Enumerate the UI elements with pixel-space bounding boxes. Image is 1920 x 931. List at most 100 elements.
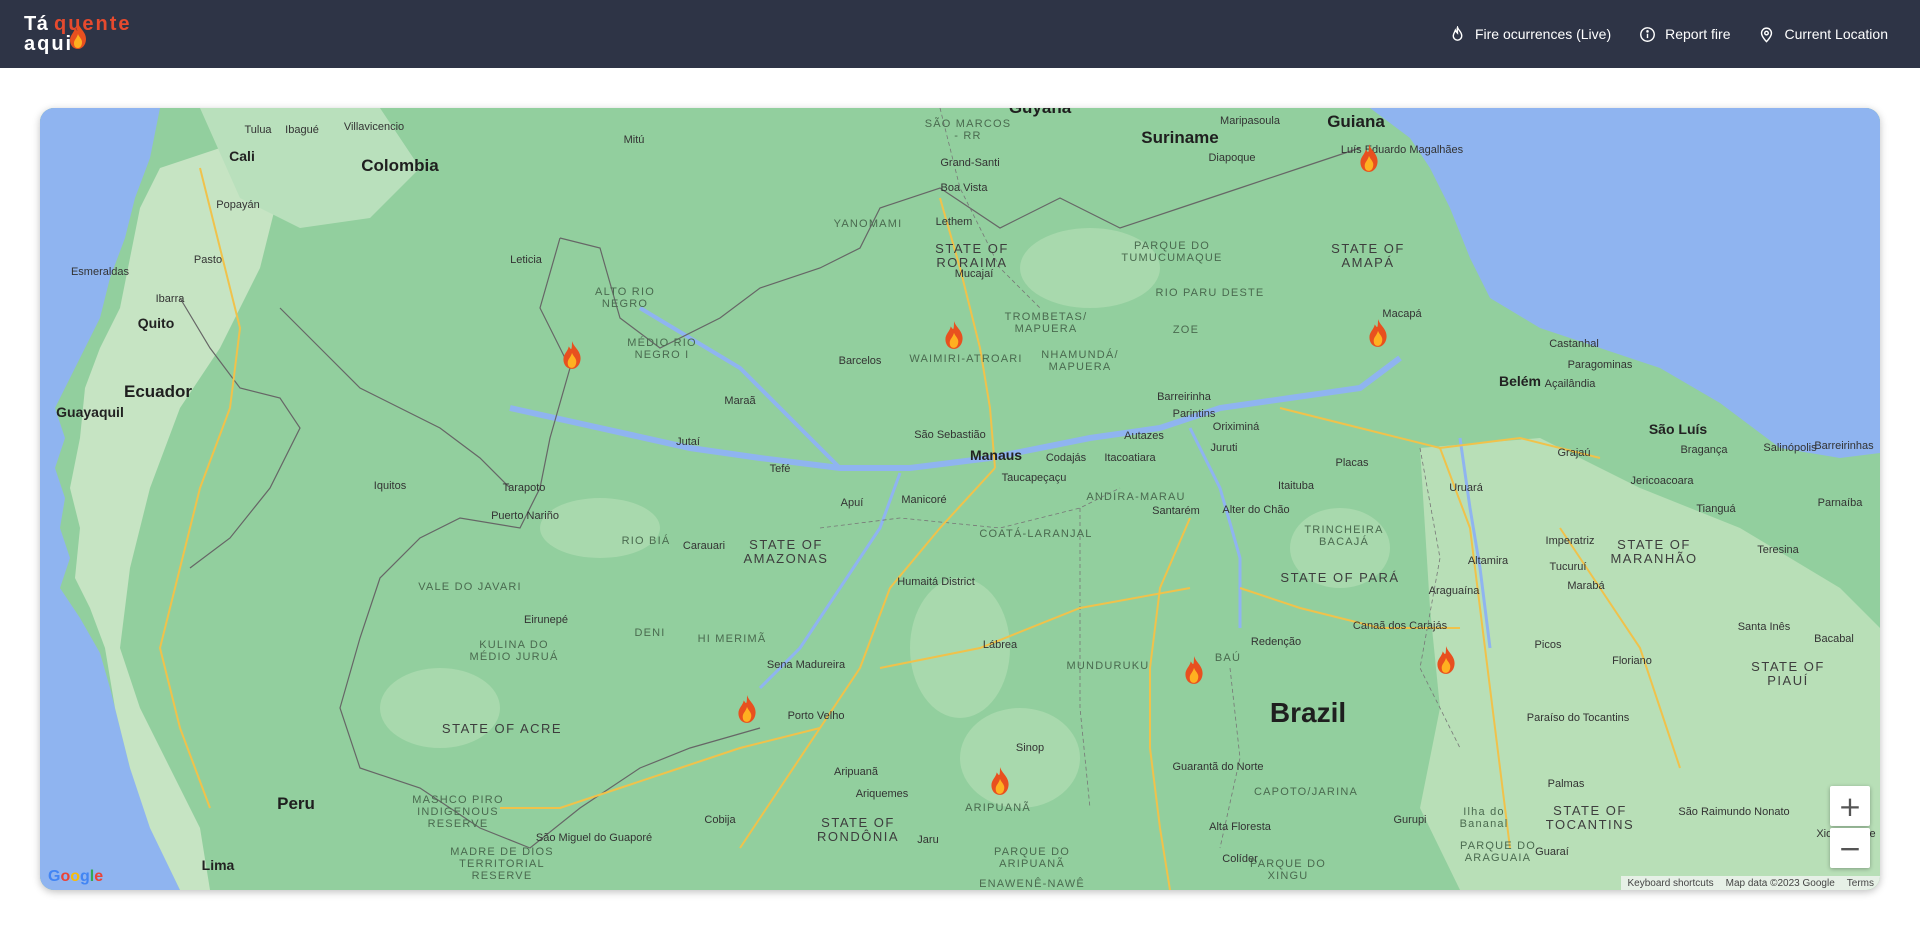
- fire-marker[interactable]: [1181, 655, 1207, 685]
- nav-current-location[interactable]: Current Location: [1758, 26, 1888, 43]
- nav-report-fire-label: Report fire: [1665, 26, 1731, 42]
- city-label-sinop: Colíder: [1222, 853, 1258, 865]
- reserve-label-aripuana: ARIPUANÃ: [965, 802, 1031, 814]
- country-label-ecuador: Ecuador: [123, 382, 193, 401]
- city-label-parintins: Autazes: [1124, 430, 1164, 442]
- reserve-label-parque-do-xingu: PARQUE DO XINGU: [1250, 858, 1326, 882]
- google-logo: Google: [48, 868, 104, 885]
- nav-report-fire[interactable]: Report fire: [1639, 26, 1730, 43]
- fire-marker[interactable]: [987, 766, 1013, 796]
- state-label-roraima: STATE OF RORAIMA: [935, 241, 1009, 270]
- city-label-rorainopolis: Mucajaí: [954, 268, 994, 280]
- city-label-alter-do-chao: Juruti: [1210, 442, 1238, 454]
- city-label-iquitos: Iquitos: [373, 480, 407, 492]
- fire-marker[interactable]: [1356, 143, 1382, 173]
- fire-marker[interactable]: [734, 694, 760, 724]
- keyboard-shortcuts-link[interactable]: Keyboard shortcuts: [1627, 878, 1713, 889]
- city-label-uruara: Itaituba: [1277, 480, 1315, 492]
- city-label-grand-santi: Maripasoula: [1220, 115, 1280, 127]
- city-label-puerto-narino: Tarapoto: [502, 482, 546, 494]
- city-label-inirida: Mitú: [623, 134, 645, 146]
- top-navbar: Tá quente aqui Fire ocurrences (Live) Re…: [0, 0, 1920, 68]
- fire-icon: [1437, 646, 1455, 674]
- city-label-barreirinha: Itacoatiara: [1104, 452, 1156, 464]
- zoom-in-button[interactable]: +: [1830, 786, 1870, 826]
- reserve-label-hi-merima: HI MERIMÃ: [697, 633, 767, 645]
- reserve-label-mashco-piro: MASHCO PIRO INDIGENOUS RESERVE: [412, 794, 504, 830]
- city-label-riberalta: Cobija: [704, 814, 736, 826]
- reserve-label-coata-laranjal: COATÁ-LARANJAL: [979, 528, 1093, 540]
- city-label-mitu: Leticia: [510, 254, 542, 266]
- city-label-villavicencio: Villavicencio: [343, 121, 405, 133]
- reserve-label-trombetas: TROMBETAS/ MAPUERA: [1004, 311, 1088, 335]
- state-label-amapa: STATE OF AMAPÁ: [1331, 241, 1405, 270]
- country-label-colombia: Colombia: [361, 156, 439, 175]
- city-label-placas: Alter do Chão: [1222, 504, 1290, 516]
- city-label-apui: Lábrea: [982, 639, 1018, 651]
- city-label-barcelos: Barcelos: [838, 355, 882, 367]
- reserve-label-trincheira-bacaja: TRINCHEIRA BACAJÁ: [1304, 524, 1384, 548]
- fire-icon: [1360, 144, 1378, 172]
- reserve-label-rio-paru-deste: RIO PARU DESTE: [1155, 287, 1265, 299]
- city-label-parnaiba: Salinópolis: [1763, 442, 1817, 454]
- city-label-cali: Cali: [229, 148, 255, 164]
- city-label-lima: Lima: [201, 857, 235, 873]
- fire-icon: [1369, 319, 1387, 347]
- main-nav: Fire ocurrences (Live) Report fire Curre…: [1449, 0, 1888, 68]
- city-label-tres-pinheiros: Redenção: [1250, 636, 1302, 648]
- fire-icon: [563, 341, 581, 369]
- reserve-label-kulina: KULINA DO MÉDIO JURUÁ: [469, 639, 559, 663]
- map-data-text: Map data ©2023 Google: [1725, 877, 1835, 889]
- fire-icon: [945, 321, 963, 349]
- fire-marker[interactable]: [1433, 645, 1459, 675]
- brand-logo[interactable]: Tá quente aqui: [24, 13, 144, 55]
- city-label-manicore: Humaitá District: [897, 576, 975, 588]
- city-label-braganca: Paragominas: [1567, 359, 1633, 371]
- reserve-label-bau: BAÚ: [1214, 652, 1242, 664]
- reserve-label-deni: DENI: [634, 627, 666, 639]
- fire-map[interactable]: Colombia Ecuador Peru Brazil Suriname Gu…: [40, 108, 1880, 890]
- map-pin-icon: [1761, 26, 1773, 43]
- city-label-parauapebas: Araguaína: [1428, 585, 1480, 597]
- city-label-guayaquil: Guayaquil: [56, 404, 124, 420]
- city-label-mucajai: Lethem: [935, 216, 973, 228]
- city-label-araguaina: Picos: [1534, 639, 1562, 651]
- city-label-altamira: Placas: [1335, 457, 1369, 469]
- fire-marker[interactable]: [1365, 318, 1391, 348]
- city-label-paragominas: Grajaú: [1557, 447, 1591, 459]
- info-circle-icon: [1640, 26, 1656, 42]
- city-label-tulua: Tulua: [244, 124, 272, 136]
- city-label-xique-xique: São Raimundo Nonato: [1678, 806, 1790, 818]
- state-label-piaui: STATE OF PIAUÍ: [1751, 659, 1825, 688]
- nav-current-location-label: Current Location: [1784, 26, 1888, 42]
- reserve-label-waimiri-atroari: WAIMIRI-ATROARI: [909, 353, 1023, 365]
- city-label-esmeraldas: Esmeraldas: [70, 266, 130, 278]
- fire-marker[interactable]: [559, 340, 585, 370]
- city-label-imperatriz: Tucuruí: [1549, 561, 1587, 573]
- fire-marker[interactable]: [941, 320, 967, 350]
- city-label-boa-vista: Boa Vista: [940, 182, 988, 194]
- city-label-autazes: Taucapeçaçu: [1001, 472, 1067, 484]
- fire-icon: [1185, 656, 1203, 684]
- city-label-tucuma: Canaã dos Carajás: [1352, 620, 1448, 632]
- reserve-label-enawene-nawe: ENAWENÊ-NAWÊ: [979, 878, 1085, 890]
- city-label-bacabal: Tianguá: [1696, 503, 1736, 515]
- reserve-label-capoto-jarina: CAPOTO/JARINA: [1253, 786, 1359, 798]
- zoom-out-button[interactable]: −: [1830, 828, 1870, 868]
- fire-icon: [738, 695, 756, 723]
- city-label-tefe: Tefé: [769, 463, 791, 475]
- city-label-gurupi: Guaraí: [1535, 846, 1569, 858]
- city-label-oriximina: Barreirinha: [1157, 391, 1211, 403]
- city-label-popayan: Popayán: [216, 199, 260, 211]
- city-label-palmas: Palmas: [1547, 778, 1585, 790]
- map-attribution: Keyboard shortcuts Map data ©2023 Google…: [1621, 876, 1880, 890]
- city-label-maraba: Altamira: [1467, 555, 1509, 567]
- terms-link[interactable]: Terms: [1847, 878, 1874, 889]
- city-label-cacoal: Jaru: [917, 834, 939, 846]
- reserve-label-yanomami: YANOMAMI: [833, 218, 903, 230]
- city-label-acailandia: Imperatriz: [1545, 535, 1595, 547]
- city-label-cobija: São Miguel do Guaporé: [535, 832, 653, 844]
- nav-fire-occurrences[interactable]: Fire ocurrences (Live): [1449, 25, 1611, 43]
- state-label-para: STATE OF PARÁ: [1280, 570, 1400, 585]
- city-label-quito: Quito: [137, 315, 175, 331]
